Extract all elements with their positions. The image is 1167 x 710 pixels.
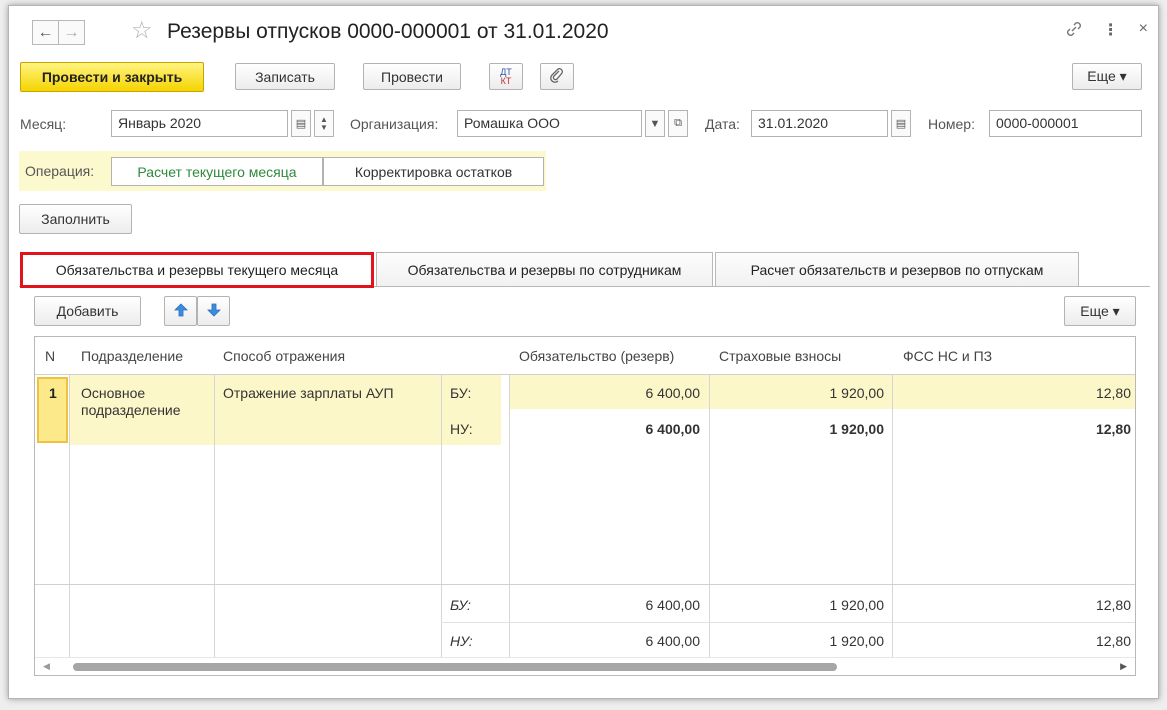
forward-button[interactable]: → xyxy=(58,20,85,45)
fill-button[interactable]: Заполнить xyxy=(19,204,132,234)
table-row-bu-insurance[interactable]: 1 920,00 xyxy=(709,385,885,401)
operation-current-month[interactable]: Расчет текущего месяца xyxy=(111,157,323,186)
organization-open-button[interactable]: ⧉ xyxy=(668,110,688,137)
operation-balance-correction[interactable]: Корректировка остатков xyxy=(323,157,544,186)
tab-employee-obligations[interactable]: Обязательства и резервы по сотрудникам xyxy=(376,252,713,286)
dt-kt-button[interactable]: ДТ КТ xyxy=(489,63,523,90)
totals-row-separator xyxy=(441,622,1135,623)
save-button[interactable]: Записать xyxy=(235,63,335,90)
link-icon[interactable] xyxy=(1065,20,1083,43)
arrow-up-icon xyxy=(173,302,188,320)
scroll-right-icon[interactable]: ▶ xyxy=(1120,661,1127,672)
table-row-method[interactable]: Отражение зарплаты АУП xyxy=(223,385,394,401)
title-bar: ← → ☆ Резервы отпусков 0000-000001 от 31… xyxy=(9,6,1158,52)
date-label: Дата: xyxy=(705,116,740,132)
header-n[interactable]: N xyxy=(45,348,55,364)
organization-field[interactable]: Ромашка ООО xyxy=(457,110,642,137)
scrollbar-thumb[interactable] xyxy=(73,663,837,671)
table-row-bu-fss[interactable]: 12,80 xyxy=(892,385,1131,401)
total-nu-fss: 12,80 xyxy=(1095,633,1131,649)
total-bu-type: БУ: xyxy=(450,597,471,613)
calendar-icon: ▤ xyxy=(895,118,907,130)
calendar-button[interactable]: ▤ xyxy=(291,110,311,137)
table-more-button[interactable]: Еще ▾ xyxy=(1064,296,1136,326)
total-bu-insurance: 1 920,00 xyxy=(829,597,885,613)
chevron-down-icon: ▼ xyxy=(649,117,661,130)
tab-current-month-obligations[interactable]: Обязательства и резервы текущего месяца xyxy=(20,252,374,288)
table-row-nu-obligation[interactable]: 6 400,00 xyxy=(509,421,701,437)
calendar-icon: ▤ xyxy=(295,118,307,130)
header-department[interactable]: Подразделение xyxy=(81,348,183,364)
header-fss[interactable]: ФСС НС и ПЗ xyxy=(903,348,992,364)
number-label: Номер: xyxy=(928,116,975,132)
date-calendar-button[interactable]: ▤ xyxy=(891,110,911,137)
month-spinner[interactable]: ▲ ▼ xyxy=(314,110,334,137)
arrow-right-icon: → xyxy=(63,23,80,41)
open-icon: ⧉ xyxy=(674,117,682,129)
scroll-left-icon[interactable]: ◀ xyxy=(43,661,50,672)
window-controls: ⋮ × xyxy=(1065,20,1148,43)
number-field[interactable]: 0000-000001 xyxy=(989,110,1142,137)
horizontal-scrollbar[interactable]: ◀ ▶ xyxy=(35,657,1135,675)
table-header: N Подразделение Способ отражения Обязате… xyxy=(35,337,1135,375)
arrow-down-icon xyxy=(206,303,221,320)
kt-label: КТ xyxy=(500,75,512,86)
organization-dropdown-button[interactable]: ▼ xyxy=(645,110,665,137)
date-field[interactable]: 31.01.2020 xyxy=(751,110,888,137)
header-obligation[interactable]: Обязательство (резерв) xyxy=(519,348,674,364)
col-divider xyxy=(214,337,215,657)
post-and-close-button[interactable]: Провести и закрыть xyxy=(20,62,204,92)
total-nu-insurance: 1 920,00 xyxy=(829,633,885,649)
operation-group: Операция: Расчет текущего месяца Коррект… xyxy=(19,151,546,191)
more-button[interactable]: Еще ▾ xyxy=(1072,63,1142,90)
table-row-bu-obligation[interactable]: 6 400,00 xyxy=(509,385,701,401)
total-bu-fss: 12,80 xyxy=(1095,597,1131,613)
attachment-button[interactable] xyxy=(540,63,574,90)
move-up-button[interactable] xyxy=(164,296,197,326)
totals-separator xyxy=(35,584,1135,585)
paperclip-icon xyxy=(549,67,565,86)
total-nu-obligation: 6 400,00 xyxy=(645,633,701,649)
table-row-nu-fss[interactable]: 12,80 xyxy=(892,421,1131,437)
obligations-table: N Подразделение Способ отражения Обязате… xyxy=(34,336,1136,676)
table-row-nu-type: НУ: xyxy=(450,421,473,437)
table-row-nu-insurance[interactable]: 1 920,00 xyxy=(709,421,885,437)
window-title: Резервы отпусков 0000-000001 от 31.01.20… xyxy=(167,20,609,43)
move-down-button[interactable] xyxy=(197,296,230,326)
col-divider xyxy=(441,337,442,657)
post-button[interactable]: Провести xyxy=(363,63,461,90)
header-insurance[interactable]: Страховые взносы xyxy=(719,348,841,364)
favorite-star-icon[interactable]: ☆ xyxy=(131,19,153,43)
month-field[interactable]: Январь 2020 xyxy=(111,110,288,137)
total-nu-type: НУ: xyxy=(450,633,473,649)
header-method[interactable]: Способ отражения xyxy=(223,348,345,364)
organization-label: Организация: xyxy=(350,116,439,132)
arrow-left-icon: ← xyxy=(37,23,54,41)
close-icon[interactable]: × xyxy=(1139,20,1148,43)
table-row-n: 1 xyxy=(49,385,57,401)
tab-vacation-calculation[interactable]: Расчет обязательств и резервов по отпуск… xyxy=(715,252,1079,286)
table-row-bu-type: БУ: xyxy=(450,385,472,401)
spin-down-icon: ▼ xyxy=(320,122,328,132)
back-button[interactable]: ← xyxy=(32,20,59,45)
col-divider xyxy=(69,337,70,657)
document-window: ← → ☆ Резервы отпусков 0000-000001 от 31… xyxy=(8,5,1159,699)
add-row-button[interactable]: Добавить xyxy=(34,296,141,326)
more-vertical-icon[interactable]: ⋮ xyxy=(1103,20,1119,43)
total-bu-obligation: 6 400,00 xyxy=(645,597,701,613)
operation-label: Операция: xyxy=(25,163,95,179)
month-label: Месяц: xyxy=(20,116,67,132)
table-row-department[interactable]: Основное подразделение xyxy=(81,385,209,419)
